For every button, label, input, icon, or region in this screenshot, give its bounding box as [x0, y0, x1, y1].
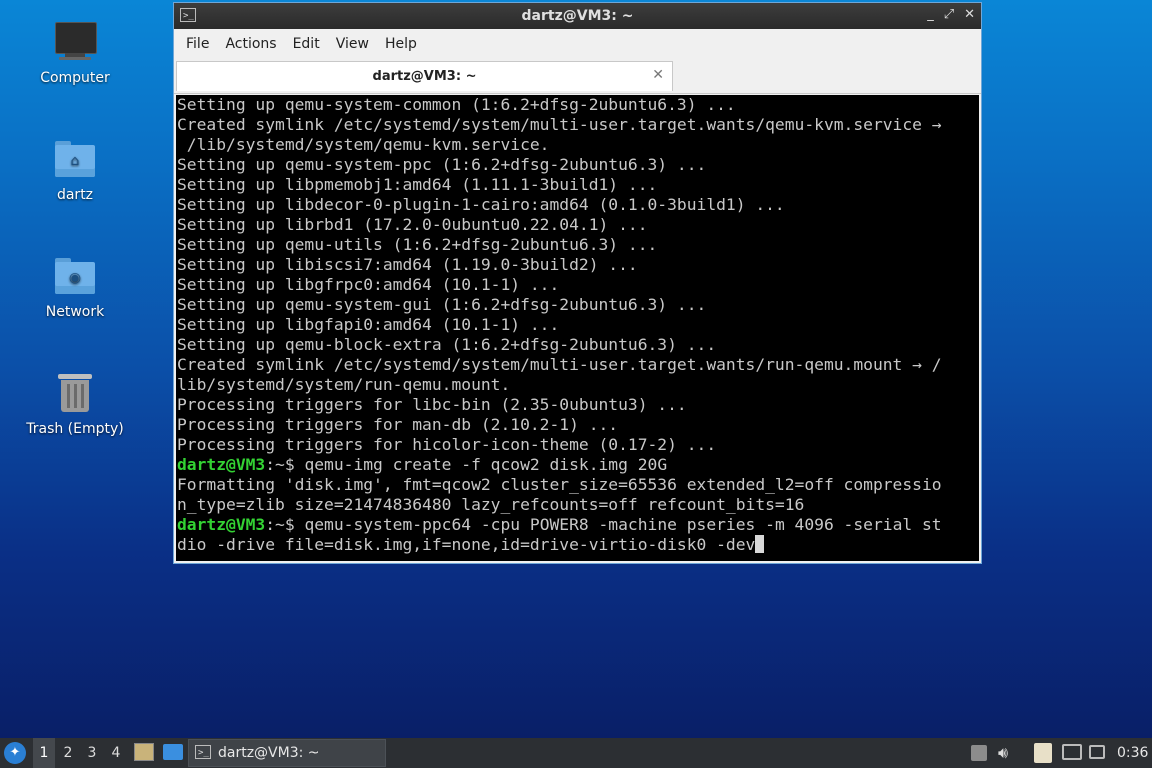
- terminal-line-text: Created symlink /etc/systemd/system/mult…: [177, 355, 942, 374]
- menu-help[interactable]: Help: [377, 36, 425, 52]
- clipboard-icon[interactable]: [1034, 743, 1052, 763]
- volume-icon[interactable]: 🔊︎: [998, 738, 1008, 768]
- taskbar: ✦ 1 2 3 4 >_ dartz@VM3: ~ 🔊︎ 0:36: [0, 738, 1152, 768]
- menu-file[interactable]: File: [178, 36, 217, 52]
- tab-terminal[interactable]: dartz@VM3: ~ ✕: [176, 61, 673, 91]
- computer-icon: [53, 20, 97, 64]
- terminal-output[interactable]: Setting up qemu-system-common (1:6.2+dfs…: [176, 95, 979, 561]
- desktop-icon-dartz[interactable]: ⌂ dartz: [20, 137, 130, 203]
- desktop-icon-network[interactable]: ◉ Network: [20, 254, 130, 320]
- terminal-line-text: Setting up libdecor-0-plugin-1-cairo:amd…: [177, 195, 785, 214]
- tab-close-button[interactable]: ✕: [652, 67, 664, 83]
- network-folder-icon: ◉: [53, 254, 97, 298]
- terminal-line: Setting up libiscsi7:amd64 (1.19.0-3buil…: [177, 255, 979, 275]
- text-cursor: [755, 535, 765, 553]
- workspace-1[interactable]: 1: [33, 738, 55, 768]
- terminal-line-text: Setting up qemu-utils (1:6.2+dfsg-2ubunt…: [177, 235, 658, 254]
- tab-bar: dartz@VM3: ~ ✕: [174, 59, 981, 94]
- terminal-line-text: Processing triggers for hicolor-icon-the…: [177, 435, 717, 454]
- terminal-line-text: :~$ qemu-system-ppc64 -cpu POWER8 -machi…: [265, 515, 942, 534]
- shell-prompt: dartz@VM3: [177, 515, 266, 534]
- app-menu-icon[interactable]: ✦: [4, 742, 26, 764]
- menu-edit[interactable]: Edit: [285, 36, 328, 52]
- terminal-line: n_type=zlib size=21474836480 lazy_refcou…: [177, 495, 979, 515]
- desktop: Computer ⌂ dartz ◉ Network Trash (Empty)…: [0, 0, 1152, 738]
- terminal-app-icon: >_: [195, 745, 211, 759]
- terminal-line-text: Formatting 'disk.img', fmt=qcow2 cluster…: [177, 475, 942, 494]
- terminal-line: Setting up qemu-utils (1:6.2+dfsg-2ubunt…: [177, 235, 979, 255]
- workspace-2[interactable]: 2: [57, 738, 79, 768]
- terminal-line: Formatting 'disk.img', fmt=qcow2 cluster…: [177, 475, 979, 495]
- terminal-line-text: Created symlink /etc/systemd/system/mult…: [177, 115, 942, 134]
- desktop-icon-trash[interactable]: Trash (Empty): [20, 371, 130, 437]
- notification-icon[interactable]: [971, 745, 987, 761]
- window-titlebar[interactable]: >_ dartz@VM3: ~ _ ⤢ ✕: [174, 3, 981, 29]
- terminal-line: Setting up libpmemobj1:amd64 (1.11.1-3bu…: [177, 175, 979, 195]
- terminal-line-text: Setting up qemu-block-extra (1:6.2+dfsg-…: [177, 335, 717, 354]
- terminal-line-text: Setting up libiscsi7:amd64 (1.19.0-3buil…: [177, 255, 638, 274]
- terminal-line-text: /lib/systemd/system/qemu-kvm.service.: [177, 135, 550, 154]
- trash-icon: [53, 371, 97, 415]
- terminal-line: Processing triggers for hicolor-icon-the…: [177, 435, 979, 455]
- menu-actions[interactable]: Actions: [217, 36, 284, 52]
- terminal-line-text: Setting up librbd1 (17.2.0-0ubuntu0.22.0…: [177, 215, 648, 234]
- terminal-line: Setting up libdecor-0-plugin-1-cairo:amd…: [177, 195, 979, 215]
- terminal-line-text: n_type=zlib size=21474836480 lazy_refcou…: [177, 495, 805, 514]
- menu-view[interactable]: View: [328, 36, 377, 52]
- terminal-line-text: dio -drive file=disk.img,if=none,id=driv…: [177, 535, 756, 554]
- terminal-line: Setting up librbd1 (17.2.0-0ubuntu0.22.0…: [177, 215, 979, 235]
- desktop-icon-label: Computer: [40, 70, 110, 86]
- terminal-line: Setting up qemu-system-gui (1:6.2+dfsg-2…: [177, 295, 979, 315]
- file-manager-launcher-icon[interactable]: [134, 743, 154, 761]
- taskbar-item-title: dartz@VM3: ~: [218, 745, 320, 761]
- terminal-line: dartz@VM3:~$ qemu-system-ppc64 -cpu POWE…: [177, 515, 979, 535]
- power-manager-icon[interactable]: [1089, 745, 1105, 759]
- show-desktop-icon[interactable]: [163, 744, 183, 760]
- desktop-icon-label: Network: [45, 304, 105, 320]
- terminal-line-text: Processing triggers for man-db (2.10.2-1…: [177, 415, 619, 434]
- terminal-line-text: Setting up libgfapi0:amd64 (10.1-1) ...: [177, 315, 560, 334]
- menu-bar: File Actions Edit View Help: [174, 29, 981, 59]
- terminal-line-text: Setting up libgfrpc0:amd64 (10.1-1) ...: [177, 275, 560, 294]
- terminal-line-text: lib/systemd/system/run-qemu.mount.: [177, 375, 511, 394]
- tab-label: dartz@VM3: ~: [372, 69, 477, 84]
- window-title: dartz@VM3: ~: [521, 8, 634, 24]
- terminal-line: Setting up libgfrpc0:amd64 (10.1-1) ...: [177, 275, 979, 295]
- workspace-3[interactable]: 3: [81, 738, 103, 768]
- close-button[interactable]: ✕: [964, 7, 975, 22]
- desktop-icon-label: dartz: [56, 187, 94, 203]
- terminal-line: Setting up qemu-system-common (1:6.2+dfs…: [177, 95, 979, 115]
- terminal-line: /lib/systemd/system/qemu-kvm.service.: [177, 135, 979, 155]
- terminal-line: Setting up libgfapi0:amd64 (10.1-1) ...: [177, 315, 979, 335]
- taskbar-item-terminal[interactable]: >_ dartz@VM3: ~: [188, 739, 386, 767]
- shell-prompt: dartz@VM3: [177, 455, 266, 474]
- terminal-line: Created symlink /etc/systemd/system/mult…: [177, 355, 979, 375]
- terminal-line-text: Processing triggers for libc-bin (2.35-0…: [177, 395, 687, 414]
- terminal-line: Processing triggers for man-db (2.10.2-1…: [177, 415, 979, 435]
- terminal-line: Setting up qemu-block-extra (1:6.2+dfsg-…: [177, 335, 979, 355]
- terminal-line: Processing triggers for libc-bin (2.35-0…: [177, 395, 979, 415]
- terminal-line-text: Setting up libpmemobj1:amd64 (1.11.1-3bu…: [177, 175, 658, 194]
- terminal-window[interactable]: >_ dartz@VM3: ~ _ ⤢ ✕ File Actions Edit …: [173, 2, 982, 564]
- terminal-line-text: :~$ qemu-img create -f qcow2 disk.img 20…: [265, 455, 668, 474]
- home-folder-icon: ⌂: [53, 137, 97, 181]
- terminal-line-text: Setting up qemu-system-common (1:6.2+dfs…: [177, 95, 736, 114]
- network-status-icon[interactable]: [1062, 744, 1082, 760]
- maximize-button[interactable]: ⤢: [944, 7, 954, 22]
- minimize-button[interactable]: _: [927, 7, 934, 22]
- terminal-line-text: Setting up qemu-system-ppc (1:6.2+dfsg-2…: [177, 155, 707, 174]
- clock[interactable]: 0:36: [1117, 738, 1148, 768]
- terminal-line-text: Setting up qemu-system-gui (1:6.2+dfsg-2…: [177, 295, 707, 314]
- terminal-line: dartz@VM3:~$ qemu-img create -f qcow2 di…: [177, 455, 979, 475]
- terminal-line: Setting up qemu-system-ppc (1:6.2+dfsg-2…: [177, 155, 979, 175]
- terminal-line: Created symlink /etc/systemd/system/mult…: [177, 115, 979, 135]
- workspace-4[interactable]: 4: [105, 738, 127, 768]
- desktop-icon-computer[interactable]: Computer: [20, 20, 130, 86]
- terminal-app-icon: >_: [180, 8, 196, 22]
- desktop-icon-label: Trash (Empty): [26, 421, 124, 437]
- terminal-line: lib/systemd/system/run-qemu.mount.: [177, 375, 979, 395]
- terminal-line: dio -drive file=disk.img,if=none,id=driv…: [177, 535, 979, 555]
